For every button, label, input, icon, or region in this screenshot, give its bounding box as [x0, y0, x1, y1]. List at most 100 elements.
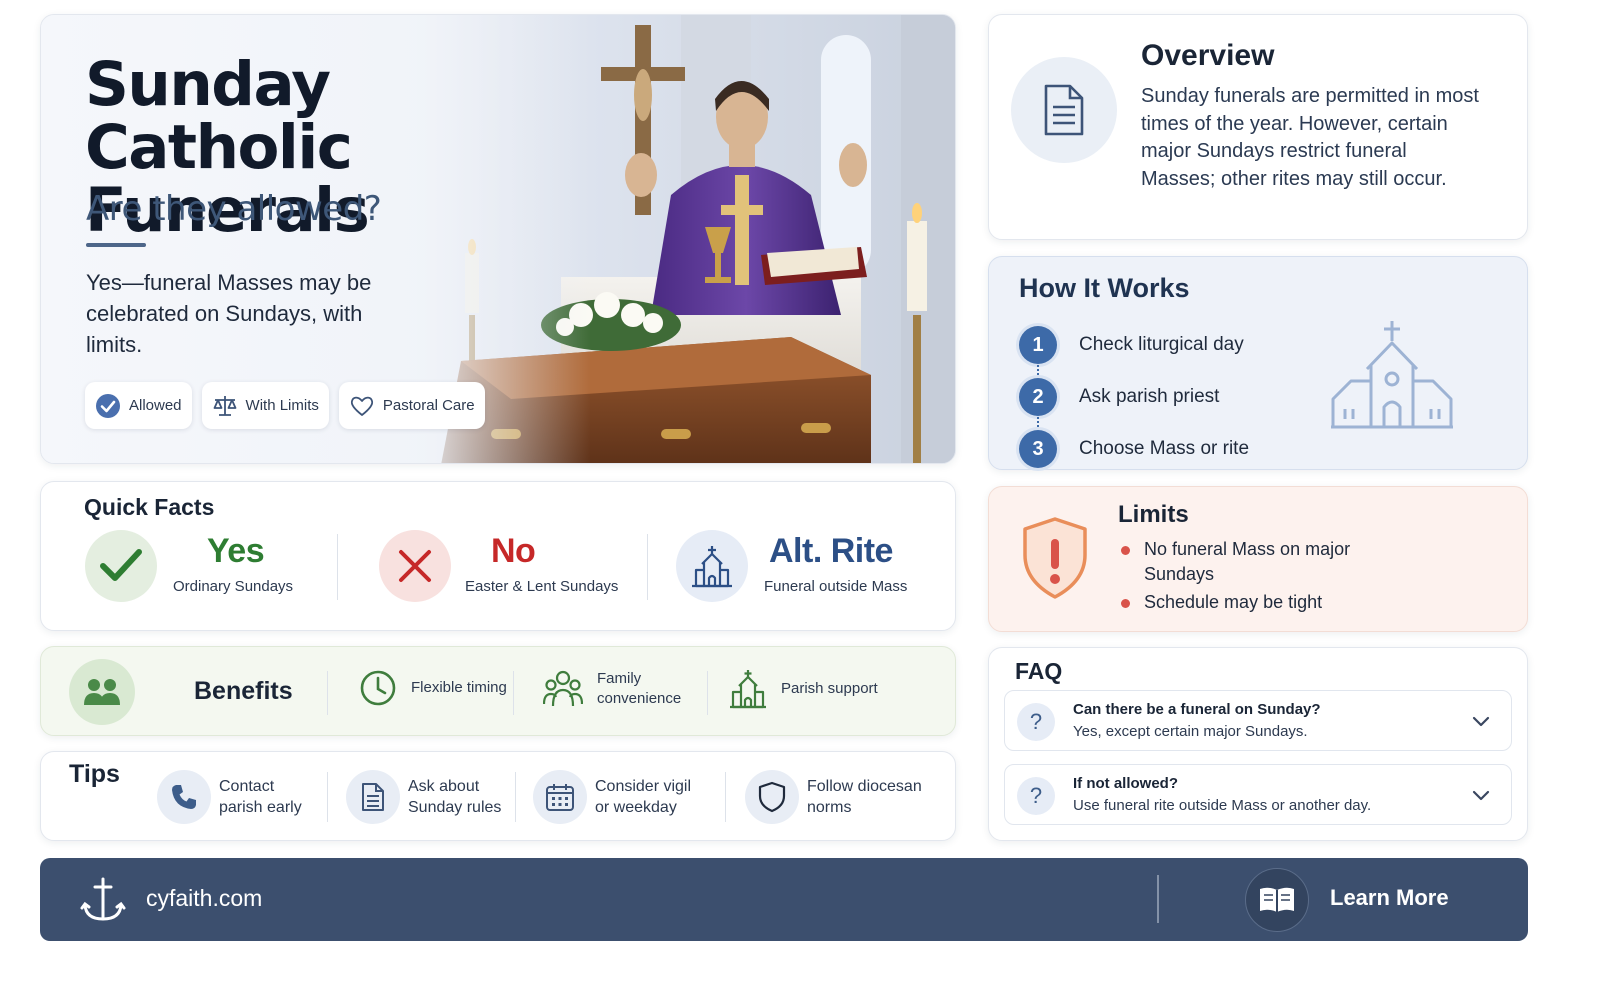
benefit-label: Parish support — [781, 680, 878, 697]
faq-item[interactable]: ? Can there be a funeral on Sunday? Yes,… — [1004, 690, 1512, 751]
step-number: 1 — [1019, 326, 1057, 364]
benefit-item: Parish support — [729, 669, 881, 709]
family-icon — [543, 670, 583, 707]
benefits-icon-circle — [69, 659, 135, 725]
tip-item: Consider vigil or weekday — [533, 770, 705, 824]
divider — [515, 772, 516, 822]
church-icon — [692, 546, 732, 588]
step-label: Choose Mass or rite — [1079, 438, 1250, 459]
tag-chips: Allowed With Limits Pastoral Care — [85, 382, 485, 429]
overview-card: Overview Sunday funerals are permitted i… — [988, 14, 1528, 240]
step-item: 3 Choose Mass or rite — [1019, 423, 1249, 475]
calendar-icon — [546, 784, 574, 811]
question-icon: ? — [1017, 777, 1055, 815]
overview-icon-circle — [1011, 57, 1117, 163]
benefits-card: Benefits Flexible timing Family convenie… — [40, 646, 956, 736]
step-item: 1 Check liturgical day — [1019, 319, 1249, 375]
checkmark-icon — [100, 549, 142, 581]
chip-with-limits[interactable]: With Limits — [201, 382, 329, 429]
divider — [327, 671, 328, 715]
divider — [337, 534, 338, 600]
document-icon — [1044, 84, 1084, 136]
church-icon — [1331, 321, 1453, 429]
tip-icon-circle — [157, 770, 211, 824]
fact-alt-rite-circle — [676, 530, 748, 602]
anchor-icon — [80, 877, 126, 921]
book-icon — [1260, 887, 1294, 912]
fact-value: Yes — [207, 532, 265, 570]
chip-label: Allowed — [129, 397, 182, 414]
benefit-label: Flexible timing — [411, 679, 507, 696]
tip-icon-circle — [533, 770, 587, 824]
tip-label: Consider vigil or weekday — [595, 778, 692, 816]
faq-question: If not allowed? — [1073, 775, 1178, 792]
title-line-1: Sunday — [85, 49, 331, 120]
title-divider — [86, 243, 146, 247]
chevron-down-icon[interactable] — [1471, 785, 1491, 805]
shield-icon — [758, 781, 786, 813]
step-item: 2 Ask parish priest — [1019, 371, 1249, 427]
hero-banner: Sunday Catholic Funerals Are they allowe… — [40, 14, 956, 464]
fact-caption: Easter & Lent Sundays — [465, 578, 619, 595]
people-icon — [84, 679, 120, 705]
limit-item: Schedule may be tight — [1118, 590, 1378, 615]
scales-icon — [213, 395, 236, 416]
clock-icon — [360, 670, 396, 706]
footer-divider — [1157, 875, 1159, 923]
faq-question: Can there be a funeral on Sunday? — [1073, 701, 1321, 718]
limits-title: Limits — [1118, 501, 1189, 528]
tip-item: Follow diocesan norms — [745, 770, 932, 824]
steps-list: 1 Check liturgical day 2 Ask parish prie… — [1019, 319, 1249, 475]
chip-pastoral-care[interactable]: Pastoral Care — [338, 382, 485, 429]
benefit-item: Flexible timing — [359, 669, 511, 707]
fact-yes-circle — [85, 530, 157, 602]
faq-answer: Use funeral rite outside Mass or another… — [1073, 797, 1372, 814]
page-subtitle: Are they allowed? — [86, 189, 382, 229]
benefits-title: Benefits — [194, 677, 293, 705]
chip-label: Pastoral Care — [382, 397, 475, 414]
quick-facts-title: Quick Facts — [84, 494, 215, 520]
divider — [327, 772, 328, 822]
how-it-works-card: How It Works 1 Check liturgical day 2 As… — [988, 256, 1528, 470]
tip-label: Follow diocesan norms — [807, 778, 922, 816]
step-number: 2 — [1019, 378, 1057, 416]
phone-icon — [172, 785, 196, 809]
question-icon: ? — [1017, 703, 1055, 741]
site-link[interactable]: cyfaith.com — [146, 885, 262, 912]
chip-label: With Limits — [245, 397, 319, 414]
fact-value: No — [491, 532, 536, 570]
learn-more-button[interactable]: Learn More — [1330, 885, 1449, 911]
limit-item: No funeral Mass on major Sundays — [1118, 537, 1378, 586]
tip-label: Contact parish early — [219, 778, 302, 816]
learn-more-icon-button[interactable] — [1245, 868, 1309, 932]
warning-shield-icon — [1023, 517, 1087, 599]
tip-icon-circle — [346, 770, 400, 824]
overview-text: Sunday funerals are permitted in most ti… — [1141, 85, 1479, 190]
step-label: Check liturgical day — [1079, 334, 1244, 355]
chip-allowed[interactable]: Allowed — [85, 382, 192, 429]
check-circle-icon — [96, 393, 120, 418]
heart-icon — [350, 396, 373, 416]
limits-list: No funeral Mass on major Sundays Schedul… — [1118, 537, 1378, 619]
fact-caption: Funeral outside Mass — [764, 578, 908, 595]
benefit-item: Family convenience — [543, 669, 697, 709]
limits-card: Limits No funeral Mass on major Sundays … — [988, 486, 1528, 632]
fact-value: Alt. Rite — [769, 532, 893, 570]
tip-icon-circle — [745, 770, 799, 824]
faq-card: FAQ ? Can there be a funeral on Sunday? … — [988, 647, 1528, 841]
tip-item: Contact parish early — [157, 770, 314, 824]
step-number: 3 — [1019, 430, 1057, 468]
faq-item[interactable]: ? If not allowed? Use funeral rite outsi… — [1004, 764, 1512, 825]
tip-label: Ask about Sunday rules — [408, 778, 502, 816]
divider — [725, 772, 726, 822]
how-it-works-title: How It Works — [1019, 273, 1190, 303]
tip-item: Ask about Sunday rules — [346, 770, 508, 824]
document-icon — [362, 783, 384, 811]
footer-bar: cyfaith.com Learn More — [40, 858, 1528, 941]
x-icon — [399, 550, 431, 582]
quick-facts-card: Quick Facts Yes Ordinary Sundays No East… — [40, 481, 956, 631]
faq-answer: Yes, except certain major Sundays. — [1073, 723, 1308, 740]
tips-card: Tips Contact parish early Ask about Sund… — [40, 751, 956, 841]
chevron-down-icon[interactable] — [1471, 711, 1491, 731]
divider — [707, 671, 708, 715]
